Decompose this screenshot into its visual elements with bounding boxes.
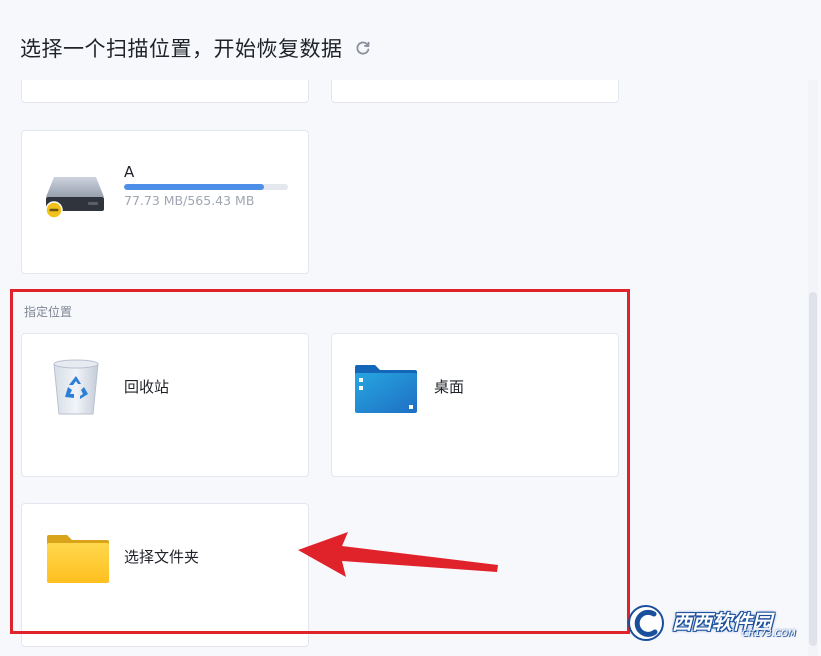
location-label-desktop: 桌面 [434,378,465,396]
folder-icon [47,535,109,583]
drive-card-partial-2[interactable] [331,80,619,103]
drive-card-partial-1[interactable] [21,80,309,103]
annotation-arrow [298,532,498,577]
location-card-recycle-bin[interactable]: 回收站 [21,333,309,477]
refresh-icon[interactable] [355,40,371,56]
watermark-logo-icon [628,605,664,641]
header: 选择一个扫描位置，开始恢复数据 [0,0,821,80]
watermark-subtext: CR173.COM [742,629,796,639]
location-card-desktop[interactable]: 桌面 [331,333,619,477]
recycle-bin-icon [53,359,99,415]
scrollbar-thumb[interactable] [809,292,817,646]
drive-name: A [124,163,135,181]
drive-usage-fill [124,184,264,190]
location-label-recycle-bin: 回收站 [124,378,170,396]
drive-card-a[interactable]: A 77.73 MB/565.43 MB [21,130,309,274]
hard-drive-icon [45,177,104,219]
desktop-folder-icon [355,365,417,413]
page-title: 选择一个扫描位置，开始恢复数据 [20,37,343,61]
drive-usage-bar [124,184,288,190]
location-card-choose-folder[interactable]: 选择文件夹 [21,503,309,647]
watermark: 西西软件园 CR173.COM [622,603,802,645]
location-label-choose-folder: 选择文件夹 [124,548,200,566]
drive-size: 77.73 MB/565.43 MB [124,193,255,208]
section-label: 指定位置 [24,305,73,319]
